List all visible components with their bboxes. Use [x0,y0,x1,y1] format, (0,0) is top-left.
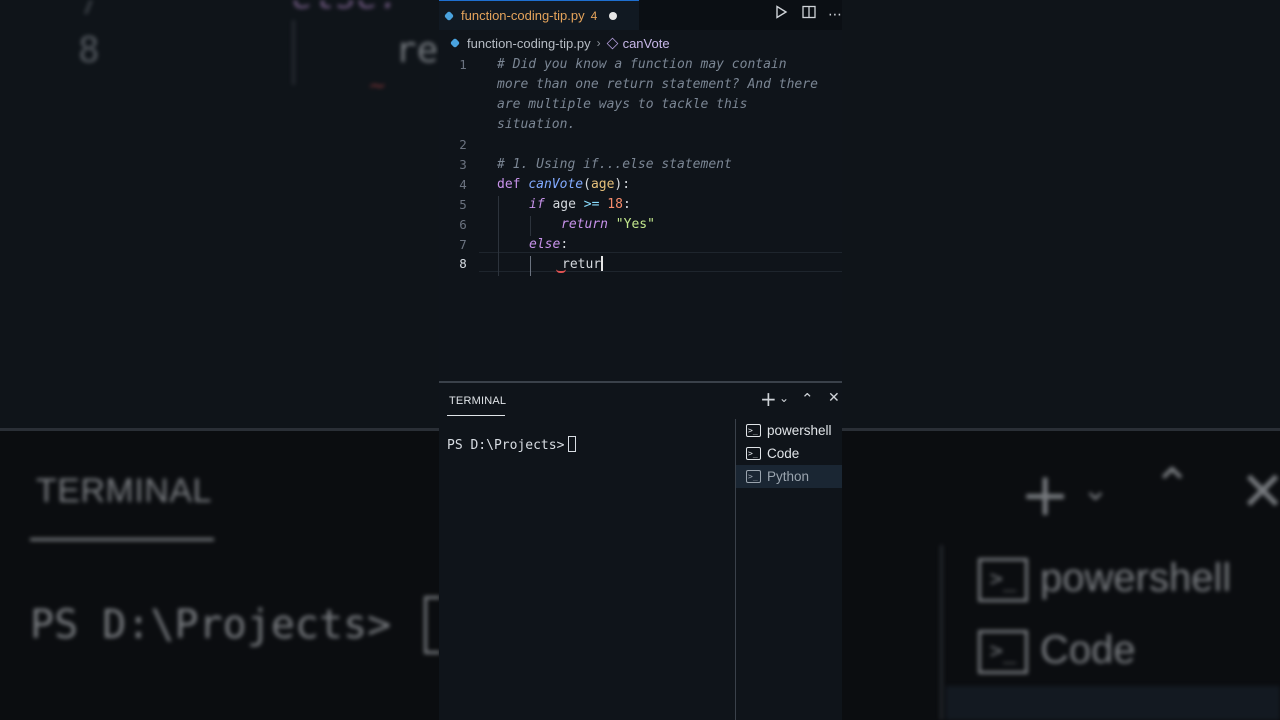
line-number: 3 [459,157,467,172]
maximize-panel-button[interactable]: ⌃ [801,390,814,408]
ellipsis-icon: ⋯ [828,7,842,23]
tab-function-coding-tip[interactable]: function-coding-tip.py 4 [439,0,639,30]
terminal-item-python[interactable]: >_ Python [736,465,842,488]
bg-terminal-shell-icon: >_ [978,630,1028,675]
play-icon [776,5,788,19]
terminal-cursor [568,436,577,452]
breadcrumb-file[interactable]: function-coding-tip.py [467,36,591,51]
indent-guide-active [530,256,531,276]
bg-error-squiggle: ~ [368,74,387,99]
chevron-right-icon: › [596,36,601,50]
terminal-shell-icon: >_ [746,470,761,483]
plus-icon: + [760,387,777,411]
code-comment: # Did you know a function may contain [497,57,787,72]
bg-selected-row [946,686,1280,720]
line-number: 5 [459,197,467,212]
breadcrumb: function-coding-tip.py › canVote [439,31,842,55]
terminal-shell-icon: >_ [746,447,761,460]
bg-chevron-up-icon: ⌃ [1152,458,1193,514]
line-number: 1 [459,57,467,72]
code-line-def: def canVote(age): [497,177,631,192]
tab-terminal-underline [447,415,505,416]
code-line-else: else: [529,237,569,252]
bg-shell-code: >_ Code [978,628,1136,675]
code-line-return: return "Yes" [561,217,655,232]
code-comment: more than one return statement? And ther… [497,77,818,92]
terminal-header: TERMINAL + ⌄ ⌃ ✕ [439,383,842,419]
bg-right-zoom: + ⌄ ⌃ ✕ >_ powershell >_ Code [842,0,1280,720]
code-comment: are multiple ways to tackle this [497,97,748,112]
chevron-up-icon: ⌃ [801,390,814,408]
close-icon: ✕ [828,390,840,406]
bg-left-zoom: 7 8 else: re ~ TERMINAL PS D:\Projects> [0,0,440,720]
terminal-prompt: PS D:\Projects> [447,436,577,453]
terminal-item-label: Python [767,469,810,484]
error-squiggle [556,269,566,273]
bg-plus-icon: + [1020,460,1071,530]
line-number: 2 [459,137,467,152]
split-editor-icon [802,5,816,19]
code-line-typing: retur [562,256,603,272]
split-editor-button[interactable] [799,5,819,25]
tab-label: function-coding-tip.py [461,8,585,23]
bg-retu-text: re [395,30,439,71]
bg-terminal-underline [30,538,214,541]
terminal-shell-icon: >_ [746,424,761,437]
code-line-if: if age >= 18: [529,197,631,212]
chevron-down-icon: ⌄ [779,391,790,405]
new-terminal-button[interactable]: + [760,387,777,411]
bg-else-text: else: [292,0,400,17]
terminal-item-label: powershell [767,423,832,438]
terminal-dropdown-button[interactable]: ⌄ [779,391,789,405]
python-file-icon [443,10,455,22]
line-number: 6 [459,217,467,232]
bg-close-icon: ✕ [1240,460,1280,523]
tab-bar: function-coding-tip.py 4 ⋯ [439,0,842,30]
bg-shell-powershell: >_ powershell [978,556,1231,603]
more-actions-button[interactable]: ⋯ [825,5,842,25]
bg-indent-guide [292,20,295,85]
text-cursor [601,256,603,271]
indent-guide [530,216,531,236]
bg-terminal-list-separator [940,545,943,720]
code-comment: # 1. Using if...else statement [497,157,732,172]
editor-window: function-coding-tip.py 4 ⋯ function-codi… [439,0,842,720]
breadcrumb-symbol[interactable]: canVote [623,36,670,51]
bg-terminal-prompt: PS D:\Projects> [30,602,392,648]
terminal-tabs-list: >_ powershell >_ Code >_ Python [736,419,842,488]
current-line-highlight [479,252,842,272]
symbol-method-icon [606,37,618,49]
line-number: 4 [459,177,467,192]
bg-terminal-cursor [424,596,440,654]
terminal-output[interactable]: PS D:\Projects> [439,419,735,720]
code-comment: situation. [497,117,576,132]
run-button[interactable] [771,5,791,25]
bg-terminal-shell-icon: >_ [978,558,1028,603]
line-number: 7 [459,237,467,252]
code-editor[interactable]: 1 2 3 4 5 6 7 8 # Did you know a functio… [439,54,842,380]
terminal-item-powershell[interactable]: >_ powershell [736,419,842,442]
bg-line-number-current: 8 [78,30,100,71]
bg-line-number-prev: 7 [78,0,100,23]
tab-terminal[interactable]: TERMINAL [449,395,506,407]
indent-guide [498,196,499,276]
close-panel-button[interactable]: ✕ [828,390,840,406]
python-file-icon [449,37,461,49]
terminal-item-code[interactable]: >_ Code [736,442,842,465]
bg-chevron-down-icon: ⌄ [1082,470,1109,508]
bg-terminal-title: TERMINAL [36,472,212,510]
unsaved-dot-icon[interactable] [609,11,618,20]
line-number-active: 8 [459,256,467,271]
problem-count-badge: 4 [590,8,598,23]
terminal-item-label: Code [767,446,800,461]
